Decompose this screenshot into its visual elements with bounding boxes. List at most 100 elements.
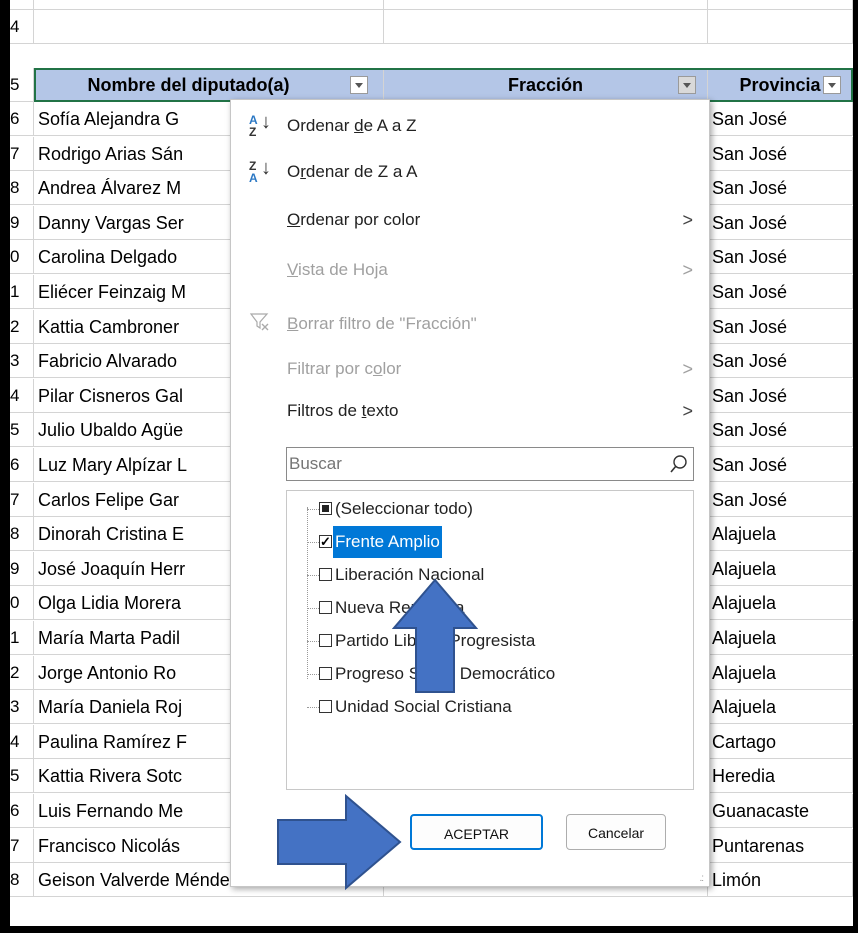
row-number: 3 — [10, 0, 34, 10]
sort-descending-icon: Z A ↓ — [249, 157, 271, 185]
filter-list-item[interactable]: Unidad Social Cristiana — [287, 691, 687, 723]
clear-filter-icon — [249, 310, 277, 338]
province-cell[interactable]: San José — [708, 240, 853, 275]
cell[interactable] — [708, 0, 853, 10]
province-cell[interactable]: San José — [708, 205, 853, 240]
province-cell[interactable]: San José — [708, 482, 853, 517]
province-cell[interactable]: Cartago — [708, 724, 853, 759]
sheet-view-item: Vista de Hoja > — [231, 254, 709, 286]
checkbox[interactable] — [319, 667, 332, 680]
province-cell[interactable]: Heredia — [708, 759, 853, 794]
checkbox[interactable] — [319, 502, 332, 515]
filter-dropdown-province[interactable] — [823, 76, 841, 94]
tree-line — [307, 674, 319, 675]
row-number: 7 — [10, 136, 34, 171]
filter-item-label: Frente Amplio — [333, 526, 442, 558]
filter-list-item[interactable]: Progreso Social Democrático — [287, 658, 687, 690]
province-cell[interactable]: Alajuela — [708, 655, 853, 690]
cell[interactable] — [384, 10, 708, 44]
province-cell[interactable]: Limón — [708, 863, 853, 898]
search-icon[interactable] — [669, 454, 687, 473]
row-number: 4 — [10, 724, 34, 759]
cell[interactable] — [34, 10, 384, 44]
up-arrow-annotation — [392, 578, 478, 693]
cancel-button[interactable]: Cancelar — [566, 814, 666, 850]
province-cell[interactable]: San José — [708, 344, 853, 379]
text-filters-item[interactable]: Filtros de texto > — [231, 395, 709, 427]
province-cell[interactable]: San José — [708, 378, 853, 413]
row-number: 4 — [10, 10, 34, 44]
row-number: 6 — [10, 102, 34, 136]
province-cell[interactable]: San José — [708, 136, 853, 171]
filter-value-list: (Seleccionar todo) Frente AmplioLiberació… — [286, 490, 694, 790]
accept-button[interactable]: ACEPTAR — [410, 814, 543, 850]
sort-a-to-z-item[interactable]: A Z ↓ Ordenar de A a Z — [231, 110, 709, 142]
row-number: 6 — [10, 448, 34, 482]
row-number: 7 — [10, 482, 34, 517]
province-cell[interactable]: San José — [708, 171, 853, 206]
clear-filter-label: Borrar filtro de "Fracción" — [287, 314, 477, 333]
right-arrow-annotation — [277, 794, 402, 890]
sort-by-color-item[interactable]: Ordenar por color > — [231, 204, 709, 236]
province-cell[interactable]: Guanacaste — [708, 794, 853, 828]
checkbox[interactable] — [319, 634, 332, 647]
row-number: 2 — [10, 309, 34, 344]
filter-list-item[interactable]: (Seleccionar todo) — [287, 493, 687, 525]
sort-by-color-label: Ordenar por color — [287, 210, 421, 229]
province-cell[interactable]: Alajuela — [708, 690, 853, 725]
filter-dropdown-name[interactable] — [350, 76, 368, 94]
filter-list-item[interactable]: Frente Amplio — [287, 526, 687, 558]
province-cell[interactable]: San José — [708, 448, 853, 482]
filter-list-item[interactable]: Liberación Nacional — [287, 559, 687, 591]
header-fraction-label: Fracción — [507, 75, 584, 95]
province-cell[interactable]: Puntarenas — [708, 828, 853, 863]
sort-z-to-a-label: Ordenar de Z a A — [287, 162, 418, 181]
row-number: 4 — [10, 378, 34, 413]
header-row: 5 Nombre del diputado(a) Fracción Provincia — [10, 68, 853, 102]
province-cell[interactable]: San José — [708, 102, 853, 136]
row-number: 2 — [10, 655, 34, 690]
search-box — [286, 447, 694, 481]
sheet-row: 3 — [10, 0, 853, 10]
row-number: 9 — [10, 205, 34, 240]
province-cell[interactable]: San José — [708, 309, 853, 344]
header-fraction[interactable]: Fracción — [384, 68, 708, 102]
row-number: 0 — [10, 240, 34, 275]
tree-line — [307, 608, 319, 609]
row-number: 8 — [10, 171, 34, 206]
row-number: 7 — [10, 828, 34, 863]
chevron-right-icon: > — [682, 359, 693, 379]
province-cell[interactable]: San José — [708, 275, 853, 309]
chevron-right-icon: > — [682, 210, 693, 230]
filter-by-color-item: Filtrar por color > — [231, 353, 709, 385]
filter-dropdown-fraction[interactable] — [678, 76, 696, 94]
sort-a-to-z-label: Ordenar de A a Z — [287, 116, 417, 135]
resize-grip-icon[interactable]: .: — [699, 873, 703, 884]
checkbox[interactable] — [319, 568, 332, 581]
search-input[interactable] — [287, 448, 651, 480]
row-number: 1 — [10, 621, 34, 655]
sheet-view-label: Vista de Hoja — [287, 260, 388, 279]
filter-by-color-label: Filtrar por color — [287, 359, 402, 378]
province-cell[interactable]: Alajuela — [708, 551, 853, 586]
checkbox[interactable] — [319, 526, 332, 558]
checkbox[interactable] — [319, 601, 332, 614]
text-filters-label: Filtros de texto — [287, 401, 399, 420]
sort-ascending-icon: A Z ↓ — [249, 111, 271, 139]
filter-list-item[interactable]: Nueva República — [287, 592, 687, 624]
cell[interactable] — [34, 0, 384, 10]
cell[interactable] — [384, 0, 708, 10]
cell[interactable] — [708, 10, 853, 44]
header-name[interactable]: Nombre del diputado(a) — [34, 68, 384, 102]
clear-filter-item: Borrar filtro de "Fracción" — [231, 308, 709, 340]
sort-z-to-a-item[interactable]: Z A ↓ Ordenar de Z a A — [231, 156, 709, 188]
province-cell[interactable]: San José — [708, 413, 853, 448]
filter-list-item[interactable]: Partido Liberal Progresista — [287, 625, 687, 657]
province-cell[interactable]: Alajuela — [708, 517, 853, 552]
filter-item-label: Unidad Social Cristiana — [335, 697, 512, 716]
tree-line — [307, 575, 319, 576]
province-cell[interactable]: Alajuela — [708, 621, 853, 655]
row-number: 3 — [10, 344, 34, 379]
checkbox[interactable] — [319, 700, 332, 713]
province-cell[interactable]: Alajuela — [708, 586, 853, 621]
